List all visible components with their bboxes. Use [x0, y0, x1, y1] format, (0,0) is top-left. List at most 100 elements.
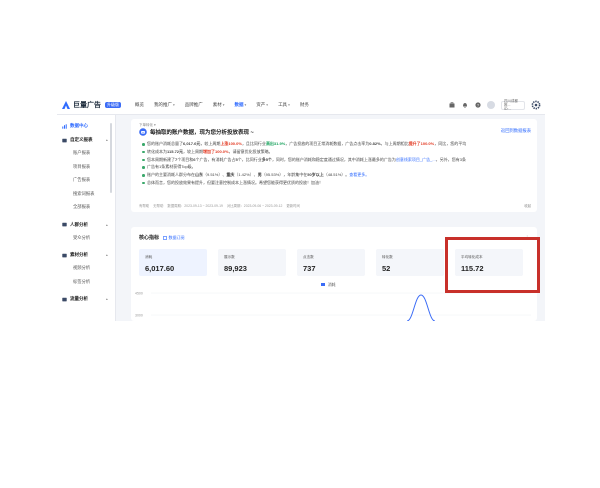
logo-icon	[62, 101, 70, 109]
nav-item-label: 品牌推广	[184, 102, 203, 107]
metric-card[interactable]: 展示数 89,923	[218, 249, 286, 276]
bullet-text: ，较上周期	[200, 141, 221, 146]
bullet-text: 总体而言，您的投放效果有提升，但要注意控制成本上涨情况。希望您能获得更优质的投放…	[147, 179, 323, 185]
bullet-text: 上涨100.0%	[220, 141, 242, 146]
sidebar-group-1[interactable]: 人群分析 ▴	[62, 222, 108, 228]
nav-item-6[interactable]: 工具▾	[278, 102, 290, 108]
bullet-text: 50岁以上	[307, 172, 324, 178]
bullet-text: 115.72元	[167, 148, 184, 154]
bullet-text: 0.82%	[369, 141, 381, 146]
folder-icon	[62, 138, 67, 142]
feedback-button[interactable]: 有帮助	[139, 203, 149, 208]
insight-title: 每抽取的账户数据，现为您分析投放表现 ~	[139, 128, 254, 136]
metrics-title: 核心指标 数据订阅	[139, 234, 185, 242]
sidebar-item-label: 数据中心	[70, 123, 88, 128]
nav-item-7[interactable]: 财务	[300, 102, 309, 108]
bullet-text: 个，比同行业	[237, 156, 262, 162]
metric-card[interactable]: 转化数 52	[376, 249, 444, 276]
bullet-text[interactable]: 查看更多。	[349, 172, 369, 177]
bullet-text: ，请留意优化投放策略。	[228, 148, 273, 154]
folder-icon	[62, 222, 67, 227]
insight-footer: 有帮助 无帮助 数据周期：2023-09-13 ~ 2023-09-19 对比周期：2…	[139, 203, 300, 208]
folder-icon	[62, 297, 67, 301]
metric-value: 6,017.60	[145, 264, 175, 273]
nav-item-5[interactable]: 资产▾	[256, 102, 268, 108]
nav-item-label: 素材	[212, 102, 222, 107]
insight-title-text: 每抽取的账户数据，现为您分析投放表现 ~	[150, 130, 254, 136]
help-icon[interactable]: ?	[474, 102, 481, 109]
insight-bullet: 广告有1条素材获得Top级。	[141, 164, 531, 170]
nav-item-1[interactable]: 我的推广▾	[154, 102, 175, 108]
bullet-text[interactable]: 创意线索项目_广告_...	[396, 157, 436, 162]
metric-card[interactable]: 点击数 737	[297, 249, 365, 276]
sidebar-item[interactable]: 广告报表	[73, 177, 90, 183]
insight-bullet: 您本周期新建了7个项目和6个广告，有消耗广告占5个，比同行业多5个，同时，您的账…	[141, 157, 531, 163]
avatar[interactable]	[487, 101, 495, 109]
bullet-text: 您的账户消耗总量了	[147, 141, 183, 146]
bullet-text: 山东	[195, 172, 203, 178]
logo-text: 巨量广告	[73, 102, 101, 109]
legend-label: 消耗	[328, 282, 336, 287]
chevron-up-icon: ▴	[106, 222, 108, 227]
metric-value: 52	[382, 264, 391, 273]
footer-text: 对比周期：2023-09-06 ~ 2023-09-12	[226, 204, 283, 208]
account-name: 四川成都推...	[504, 99, 518, 107]
bullet-text: （95.53%），年龄集中在	[261, 172, 308, 178]
version-badge: 升级版	[105, 102, 121, 108]
legend-swatch	[321, 283, 325, 286]
briefcase-icon[interactable]	[448, 102, 455, 109]
robot-icon	[139, 128, 147, 136]
sidebar-item[interactable]: 受众分析	[73, 235, 90, 241]
nav-item-3[interactable]: 素材▾	[213, 102, 225, 108]
bullet-text: 多5个	[261, 156, 272, 162]
top-navbar: 巨量广告 升级版 概览 我的推广▾ 品牌推广 素材▾ 数据▾ 资产▾ 工具▾ 财务 ? 四川成…	[57, 97, 545, 115]
y-tick-label: 3000	[135, 313, 143, 317]
bell-icon[interactable]	[461, 102, 468, 109]
bullet-text: 账户的主要消耗人群分布在	[147, 172, 195, 178]
brand-logo[interactable]: 巨量广告 升级版	[61, 100, 121, 110]
sidebar-group-label: 流量分析	[70, 296, 88, 301]
bullet-text: 增加了100.0%	[203, 148, 229, 154]
sidebar-item[interactable]: 账户报表	[73, 150, 90, 156]
metric-card[interactable]: 消耗 6,017.60	[139, 249, 207, 276]
bullet-text: 个项目和	[177, 156, 194, 162]
sidebar: 数据中心 自定义报表 ▴ 账户报表项目报表广告报表搜索词报表全部报表人群分析 ▴ 受众分…	[57, 115, 116, 321]
settings-icon[interactable]	[531, 100, 541, 110]
back-to-report-link[interactable]: 返回到数据报表	[501, 128, 531, 134]
sidebar-item[interactable]: 搜索词报表	[73, 191, 94, 197]
sidebar-item[interactable]: 视频分析	[73, 265, 90, 271]
insight-bullet: 总体而言，您的投放效果有提升，但要注意控制成本上涨情况。希望您能获得更优质的投放…	[141, 180, 531, 186]
sidebar-group-2[interactable]: 素材分析 ▴	[62, 252, 108, 258]
sidebar-item[interactable]: 全部报表	[73, 204, 90, 210]
nav-item-label: 工具	[278, 102, 288, 107]
chevron-down-icon: ▾	[173, 103, 175, 107]
chevron-down-icon: ▾	[266, 103, 269, 107]
metrics-title-text: 核心指标	[139, 235, 160, 241]
data-subscribe-button[interactable]: 数据订阅	[163, 235, 185, 241]
insight-bullet: 账户的主要消耗人群分布在山东（9.51%）、重庆（1.42%）、男（95.53%…	[141, 172, 531, 178]
insight-panel: 下单转化 ▾ 每抽取的账户数据，现为您分析投放表现 ~ 返回到数据报表 您的账户…	[131, 119, 537, 212]
sidebar-item[interactable]: 项目报表	[73, 164, 90, 170]
nav-item-label: 资产	[256, 102, 266, 107]
chevron-down-icon: ▾	[222, 103, 225, 107]
sidebar-group-0[interactable]: 自定义报表 ▴	[62, 137, 108, 143]
bullet-text: ，同比，您的平均	[434, 141, 467, 146]
account-id: ID:...	[504, 107, 512, 111]
metric-label: 消耗	[145, 255, 153, 259]
sidebar-item[interactable]: 标签分析	[73, 279, 90, 285]
collapse-button[interactable]: 收起	[524, 203, 531, 208]
metric-value: 89,923	[224, 264, 247, 273]
folder-icon	[62, 253, 67, 257]
sidebar-scrollbar[interactable]	[110, 123, 112, 193]
nav-item-2[interactable]: 品牌推广	[185, 102, 203, 108]
series-line	[406, 294, 436, 321]
nav-item-0[interactable]: 概览	[135, 102, 144, 108]
data-subscribe-label: 数据订阅	[168, 234, 185, 240]
sidebar-item-data-center[interactable]: 数据中心	[62, 123, 88, 129]
feedback-button[interactable]: 无帮助	[153, 203, 163, 208]
sidebar-group-3[interactable]: 流量分析 ▴	[62, 296, 108, 302]
nav-item-label: 数据	[234, 102, 244, 107]
bullet-text: 您本周期新建了	[147, 156, 175, 162]
account-switcher[interactable]: 四川成都推... ID:...	[501, 99, 525, 111]
nav-item-4[interactable]: 数据▾	[235, 102, 247, 108]
